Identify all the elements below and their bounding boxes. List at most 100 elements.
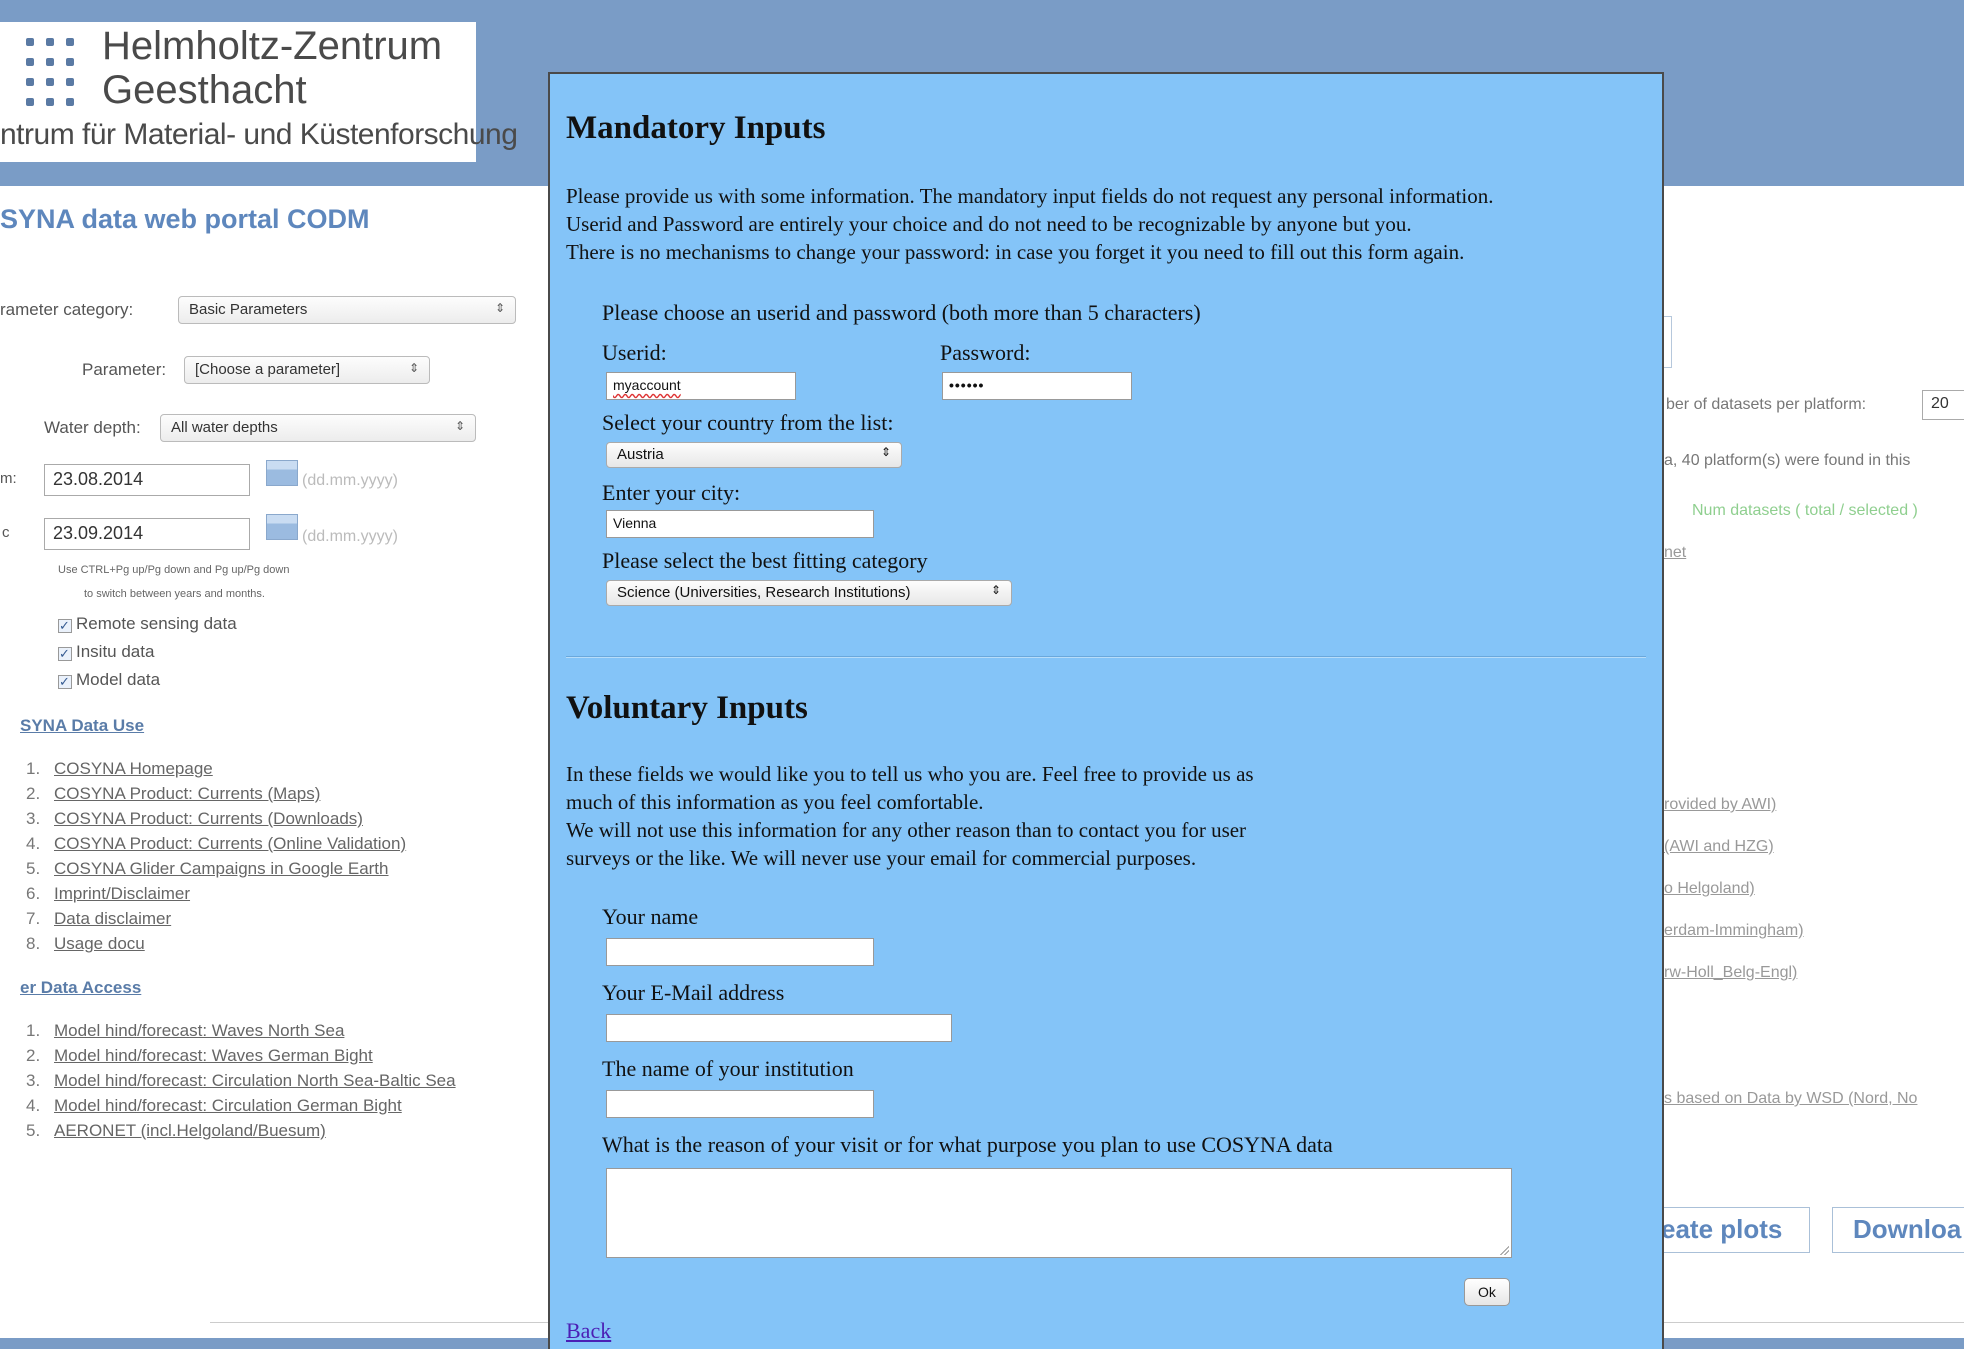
list-number: 3. [26,1071,41,1090]
right-link-awi-hzg[interactable]: (AWI and HZG) [1664,838,1774,856]
keyboard-note-line1: Use CTRL+Pg up/Pg down and Pg up/Pg down [58,564,290,576]
voluntary-title: Voluntary Inputs [566,690,808,726]
model-data-checkbox[interactable]: ✓ Model data [58,670,160,690]
city-label: Enter your city: [602,480,741,505]
list-item: 5. AERONET (incl.Helgoland/Buesum) [26,1118,456,1143]
voluntary-intro-line1: In these fields we would like you to tel… [566,762,1254,786]
checkmark-icon: ✓ [58,647,72,661]
list-number: 8. [26,934,41,953]
right-link-awi[interactable]: rovided by AWI) [1664,796,1776,814]
checkmark-icon: ✓ [58,675,72,689]
choose-prompt: Please choose an userid and password (bo… [602,300,1201,325]
calendar-icon[interactable] [266,460,298,486]
logo-title: Helmholtz-Zentrum Geesthacht [102,24,442,112]
right-link-engl[interactable]: rw-Holl_Belg-Engl) [1664,964,1797,982]
password-label: Password: [940,340,1031,365]
select-arrow-icon: ⇕ [454,419,465,433]
institution-input[interactable] [606,1090,874,1118]
hzg-logo: Helmholtz-Zentrum Geesthacht ntrum für M… [0,22,518,162]
link-data-disclaimer[interactable]: Data disclaimer [54,909,171,928]
list-item: 3. Model hind/forecast: Circulation North… [26,1068,456,1093]
list-number: 4. [26,1096,41,1115]
num-datasets-label: ber of datasets per platform: [1666,396,1867,413]
email-input[interactable] [606,1014,952,1042]
num-datasets-input[interactable]: 20 [1922,390,1964,420]
right-link-immingham[interactable]: erdam-Immingham) [1664,922,1804,940]
link-usage-docu[interactable]: Usage docu [54,934,145,953]
list-item: 3. COSYNA Product: Currents (Downloads) [26,806,406,831]
list-number: 5. [26,859,41,878]
category-select[interactable]: Science (Universities, Research Institut… [606,580,1012,606]
depth-select-value: All water depths [171,419,278,436]
ok-button[interactable]: Ok [1464,1278,1510,1306]
category-label: Please select the best fitting category [602,548,928,573]
category-select[interactable]: Basic Parameters ⇕ [178,296,516,324]
download-button[interactable]: Downloa [1832,1207,1964,1253]
logo-subtitle: ntrum für Material- und Küstenforschung [0,118,518,151]
footer-divider [210,1322,550,1323]
link-circulation-north-baltic[interactable]: Model hind/forecast: Circulation North S… [54,1071,456,1090]
link-currents-maps[interactable]: COSYNA Product: Currents (Maps) [54,784,320,803]
calendar-icon[interactable] [266,514,298,540]
list-item: 1. COSYNA Homepage [26,756,406,781]
list-number: 2. [26,784,41,803]
country-label: Select your country from the list: [602,410,894,435]
country-select-value: Austria [617,446,664,463]
link-glider-campaigns[interactable]: COSYNA Glider Campaigns in Google Earth [54,859,389,878]
data-access-heading: er Data Access [20,978,142,997]
reason-textarea[interactable] [606,1168,1512,1258]
platforms-found-text: a, 40 platform(s) were found in this [1664,452,1911,469]
name-label: Your name [602,904,699,929]
num-datasets-green: Num datasets ( total / selected ) [1692,502,1918,519]
list-item: 6. Imprint/Disclaimer [26,881,406,906]
select-arrow-icon: ⇕ [880,445,891,459]
voluntary-intro-line4: surveys or the like. We will never use y… [566,846,1197,870]
select-arrow-icon: ⇕ [408,361,419,375]
link-cosyna-homepage[interactable]: COSYNA Homepage [54,759,213,778]
list-number: 7. [26,909,41,928]
list-item: 7. Data disclaimer [26,906,406,931]
name-input[interactable] [606,938,874,966]
insitu-label: Insitu data [76,642,155,661]
link-currents-validation[interactable]: COSYNA Product: Currents (Online Validat… [54,834,406,853]
userid-input[interactable]: myaccount [606,372,796,400]
select-arrow-icon: ⇕ [990,583,1001,597]
right-link-helgoland[interactable]: o Helgoland) [1664,880,1755,898]
from-date-hint: (dd.mm.yyyy) [302,472,398,489]
country-select[interactable]: Austria ⇕ [606,442,902,468]
to-date-input[interactable]: 23.09.2014 [44,518,250,550]
remote-sensing-checkbox[interactable]: ✓ Remote sensing data [58,614,237,634]
net-link[interactable]: net [1664,544,1686,562]
from-date-input[interactable]: 23.08.2014 [44,464,250,496]
create-plots-button[interactable]: eate plots [1640,1207,1810,1253]
section-separator [566,656,1646,658]
category-select-value: Basic Parameters [189,301,308,318]
insitu-checkbox[interactable]: ✓ Insitu data [58,642,154,662]
list-item: 2. Model hind/forecast: Waves German Bigh… [26,1043,456,1068]
data-access-list: 1. Model hind/forecast: Waves North Sea 2… [26,1018,456,1143]
list-item: 1. Model hind/forecast: Waves North Sea [26,1018,456,1043]
right-link-wsd[interactable]: s based on Data by WSD (Nord, No [1664,1090,1917,1108]
voluntary-intro-line3: We will not use this information for any… [566,818,1247,842]
mandatory-title: Mandatory Inputs [566,110,826,146]
list-item: 4. COSYNA Product: Currents (Online Valid… [26,831,406,856]
to-label: c [2,524,10,541]
link-waves-german-bight[interactable]: Model hind/forecast: Waves German Bight [54,1046,373,1065]
link-aeronet[interactable]: AERONET (incl.Helgoland/Buesum) [54,1121,326,1140]
city-input[interactable]: Vienna [606,510,874,538]
link-circulation-german-bight[interactable]: Model hind/forecast: Circulation German … [54,1096,402,1115]
mandatory-intro-line2: Userid and Password are entirely your ch… [566,212,1412,236]
depth-select[interactable]: All water depths ⇕ [160,414,476,442]
email-label: Your E-Mail address [602,980,785,1005]
registration-modal: Mandatory Inputs Please provide us with … [548,72,1664,1349]
link-currents-downloads[interactable]: COSYNA Product: Currents (Downloads) [54,809,363,828]
parameter-label: Parameter: [82,360,167,379]
back-link[interactable]: Back [566,1318,611,1344]
link-imprint[interactable]: Imprint/Disclaimer [54,884,190,903]
link-waves-north-sea[interactable]: Model hind/forecast: Waves North Sea [54,1021,344,1040]
password-input[interactable]: •••••• [942,372,1132,400]
parameter-select[interactable]: [Choose a parameter] ⇕ [184,356,430,384]
resize-grip-icon[interactable] [1499,1245,1509,1255]
category-label: rameter category: [0,300,134,319]
mandatory-intro-line1: Please provide us with some information.… [566,184,1494,208]
